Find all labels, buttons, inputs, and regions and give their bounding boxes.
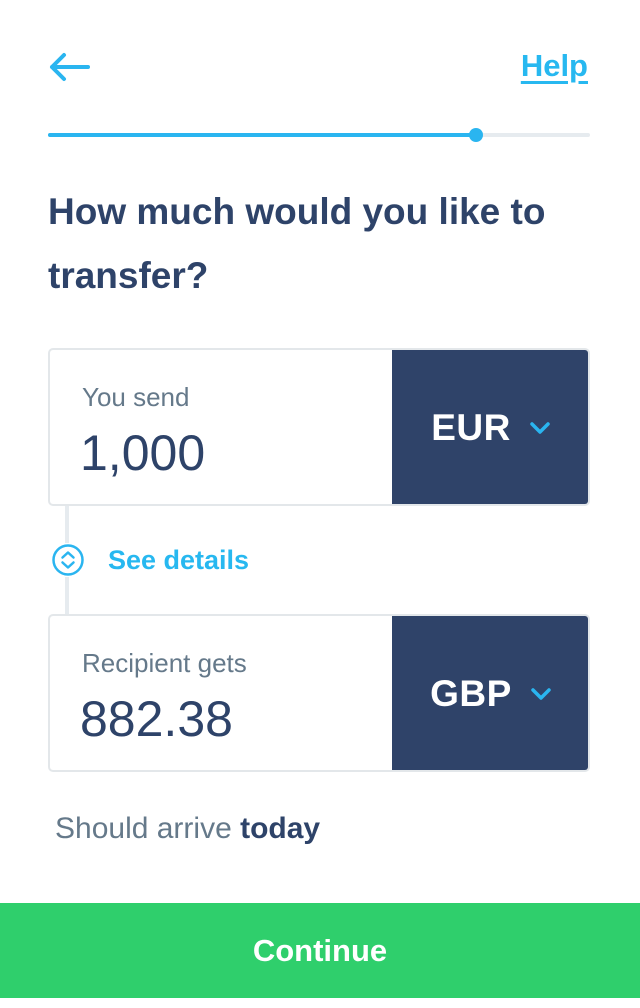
page-title: How much would you like to transfer? [48, 191, 546, 296]
send-amount-box: You send EUR [48, 348, 590, 506]
continue-button[interactable]: Continue [0, 903, 640, 998]
receive-amount-label: Recipient gets [82, 648, 247, 678]
progress-fill [48, 133, 477, 137]
chevron-down-icon [531, 688, 551, 700]
send-currency-code: EUR [431, 407, 511, 448]
send-currency-selector[interactable]: EUR [392, 350, 588, 504]
receive-amount-box: Recipient gets GBP [48, 614, 590, 772]
chevron-down-icon [530, 422, 550, 434]
send-amount-input[interactable] [80, 424, 380, 482]
receive-currency-code: GBP [430, 673, 512, 714]
help-link[interactable]: Help [521, 48, 588, 84]
arrow-left-icon [50, 53, 90, 81]
progress-bar [48, 128, 590, 142]
send-amount-label: You send [82, 382, 190, 412]
arrival-estimate: Should arrive today [55, 812, 320, 846]
back-button[interactable] [44, 44, 94, 90]
expand-collapse-icon[interactable] [51, 543, 85, 577]
arrival-when: today [240, 812, 321, 845]
receive-amount-input[interactable] [80, 690, 380, 748]
arrival-prefix: Should arrive [55, 812, 232, 845]
receive-currency-selector[interactable]: GBP [392, 616, 588, 770]
see-details-link[interactable]: See details [108, 545, 249, 576]
progress-marker [469, 128, 484, 142]
